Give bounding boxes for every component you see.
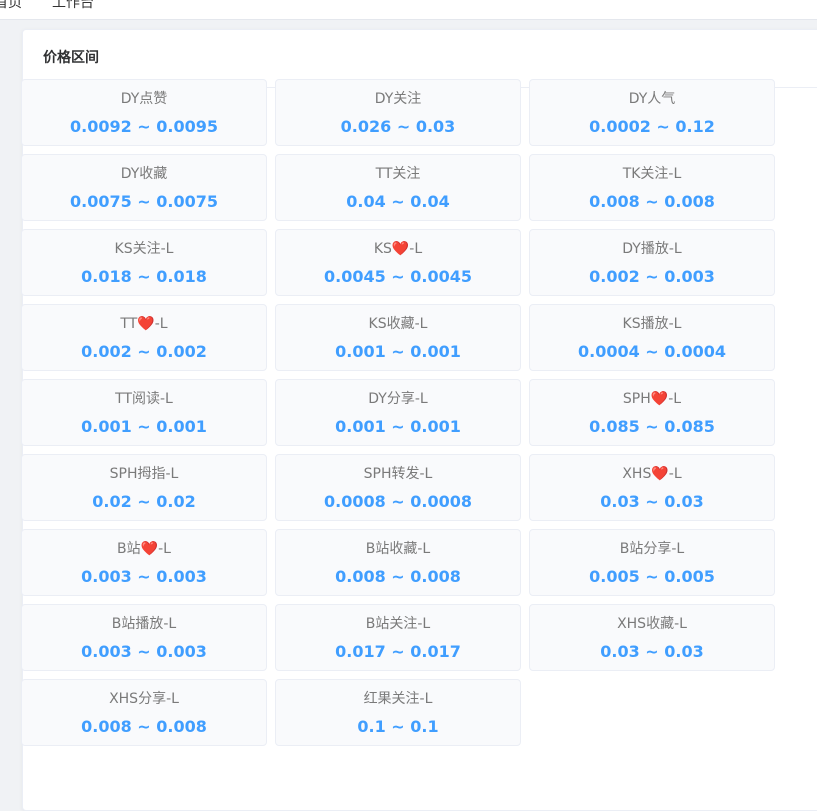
price-item: XHS收藏-L 0.03 ~ 0.03 — [529, 604, 775, 671]
price-item-range: 0.0004 ~ 0.0004 — [577, 342, 727, 361]
price-item: SPH❤️-L 0.085 ~ 0.085 — [529, 379, 775, 446]
price-item-range: 0.001 ~ 0.001 — [81, 417, 207, 436]
price-item-name: B站播放-L — [111, 616, 177, 632]
price-item-range: 0.001 ~ 0.001 — [335, 342, 461, 361]
price-item: SPH转发-L 0.0008 ~ 0.0008 — [275, 454, 521, 521]
price-item: B站❤️-L 0.003 ~ 0.003 — [21, 529, 267, 596]
price-item-range: 0.0008 ~ 0.0008 — [323, 492, 473, 511]
price-item-range: 0.003 ~ 0.003 — [81, 567, 207, 586]
price-item-range: 0.002 ~ 0.003 — [589, 267, 715, 286]
price-item-range: 0.008 ~ 0.008 — [335, 567, 461, 586]
price-item: B站分享-L 0.005 ~ 0.005 — [529, 529, 775, 596]
price-item-range: 0.018 ~ 0.018 — [81, 267, 207, 286]
price-item-range: 0.0045 ~ 0.0045 — [323, 267, 473, 286]
price-item-range: 0.026 ~ 0.03 — [340, 117, 456, 136]
left-gutter — [0, 20, 22, 799]
price-item-name: 红果关注-L — [363, 691, 433, 707]
price-item-range: 0.085 ~ 0.085 — [589, 417, 715, 436]
price-item: KS❤️-L 0.0045 ~ 0.0045 — [275, 229, 521, 296]
price-item-name: XHS分享-L — [109, 691, 179, 707]
price-item: XHS❤️-L 0.03 ~ 0.03 — [529, 454, 775, 521]
price-item: 红果关注-L 0.1 ~ 0.1 — [275, 679, 521, 746]
price-item-range: 0.002 ~ 0.002 — [81, 342, 207, 361]
price-item-name: DY分享-L — [368, 391, 428, 407]
price-grid: DY点赞 0.0092 ~ 0.0095 DY关注 0.026 ~ 0.03 DY人气 0… — [21, 79, 775, 746]
price-item-range: 0.0002 ~ 0.12 — [589, 117, 715, 136]
price-item-name: TT阅读-L — [115, 391, 173, 407]
price-item-name: SPH转发-L — [363, 466, 433, 482]
price-item-range: 0.001 ~ 0.001 — [335, 417, 461, 436]
price-item-range: 0.0075 ~ 0.0075 — [69, 192, 219, 211]
price-item: XHS分享-L 0.008 ~ 0.008 — [21, 679, 267, 746]
price-item-range: 0.02 ~ 0.02 — [92, 492, 196, 511]
price-item-name: KS❤️-L — [373, 241, 423, 257]
price-item: DY播放-L 0.002 ~ 0.003 — [529, 229, 775, 296]
price-item-name: KS关注-L — [114, 241, 174, 257]
price-item: DY点赞 0.0092 ~ 0.0095 — [21, 79, 267, 146]
price-item-name: B站收藏-L — [365, 541, 431, 557]
price-item: DY关注 0.026 ~ 0.03 — [275, 79, 521, 146]
price-item-name: B站关注-L — [365, 616, 431, 632]
price-item: KS收藏-L 0.001 ~ 0.001 — [275, 304, 521, 371]
price-item: DY人气 0.0002 ~ 0.12 — [529, 79, 775, 146]
price-item-range: 0.008 ~ 0.008 — [81, 717, 207, 736]
price-item: TK关注-L 0.008 ~ 0.008 — [529, 154, 775, 221]
price-item-name: B站分享-L — [619, 541, 685, 557]
price-item: DY分享-L 0.001 ~ 0.001 — [275, 379, 521, 446]
price-item-name: XHS❤️-L — [622, 466, 682, 482]
price-item-name: DY点赞 — [120, 91, 168, 107]
price-item: KS关注-L 0.018 ~ 0.018 — [21, 229, 267, 296]
price-item: TT关注 0.04 ~ 0.04 — [275, 154, 521, 221]
price-item-range: 0.0092 ~ 0.0095 — [69, 117, 219, 136]
price-item-name: DY人气 — [628, 91, 676, 107]
tab-workbench[interactable]: 工作台 — [52, 0, 94, 12]
price-item-name: KS收藏-L — [368, 316, 428, 332]
price-item-name: TT❤️-L — [120, 316, 168, 332]
price-item-name: SPH❤️-L — [622, 391, 682, 407]
price-item: B站收藏-L 0.008 ~ 0.008 — [275, 529, 521, 596]
price-item-name: DY收藏 — [120, 166, 168, 182]
price-item: SPH拇指-L 0.02 ~ 0.02 — [21, 454, 267, 521]
price-item-name: B站❤️-L — [117, 541, 171, 557]
price-item: B站关注-L 0.017 ~ 0.017 — [275, 604, 521, 671]
price-item-range: 0.003 ~ 0.003 — [81, 642, 207, 661]
price-item: TT❤️-L 0.002 ~ 0.002 — [21, 304, 267, 371]
price-item-name: TK关注-L — [622, 166, 682, 182]
price-item: KS播放-L 0.0004 ~ 0.0004 — [529, 304, 775, 371]
price-item-range: 0.005 ~ 0.005 — [589, 567, 715, 586]
price-item: B站播放-L 0.003 ~ 0.003 — [21, 604, 267, 671]
price-item-name: SPH拇指-L — [109, 466, 179, 482]
price-item-name: DY关注 — [374, 91, 422, 107]
price-item-name: KS播放-L — [622, 316, 682, 332]
price-item-range: 0.03 ~ 0.03 — [600, 642, 704, 661]
price-item: DY收藏 0.0075 ~ 0.0075 — [21, 154, 267, 221]
tab-home[interactable]: 首页 — [0, 0, 22, 12]
top-nav-bar: 首页 工作台 — [0, 0, 817, 20]
price-item-range: 0.04 ~ 0.04 — [346, 192, 450, 211]
price-item-range: 0.008 ~ 0.008 — [589, 192, 715, 211]
price-item-name: XHS收藏-L — [617, 616, 687, 632]
price-item: TT阅读-L 0.001 ~ 0.001 — [21, 379, 267, 446]
price-item-name: DY播放-L — [622, 241, 682, 257]
price-item-name: TT关注 — [375, 166, 421, 182]
price-item-range: 0.1 ~ 0.1 — [357, 717, 439, 736]
card-title: 价格区间 — [43, 50, 99, 66]
price-item-range: 0.03 ~ 0.03 — [600, 492, 704, 511]
price-item-range: 0.017 ~ 0.017 — [335, 642, 461, 661]
